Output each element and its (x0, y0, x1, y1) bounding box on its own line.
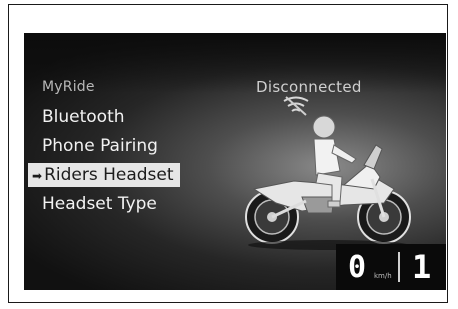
menu-item-label: Headset Type (42, 194, 157, 214)
dashboard-screen: MyRide Bluetooth Phone Pairing ➡ Riders H… (24, 33, 446, 290)
menu-item-riders-headset[interactable]: ➡ Riders Headset (28, 163, 180, 187)
speed-gear-readout: 0 km/h 1 (336, 244, 446, 290)
menu-item-bluetooth[interactable]: Bluetooth (42, 105, 125, 129)
speed-unit: km/h (374, 272, 392, 280)
wireless-signal-icon (283, 96, 309, 116)
menu-item-label: Phone Pairing (42, 136, 158, 156)
motorcycle-rider-illustration (245, 96, 411, 250)
menu-item-phone-pairing[interactable]: Phone Pairing (42, 134, 158, 158)
arrow-right-icon: ➡ (32, 169, 43, 183)
menu-title: MyRide (42, 79, 95, 95)
menu-item-label: Riders Headset (44, 165, 174, 185)
menu-item-label: Bluetooth (42, 107, 125, 127)
menu-item-headset-type[interactable]: Headset Type (42, 192, 157, 216)
gear-indicator: 1 (412, 248, 432, 286)
divider (398, 252, 400, 282)
speed-value: 0 (348, 250, 367, 285)
